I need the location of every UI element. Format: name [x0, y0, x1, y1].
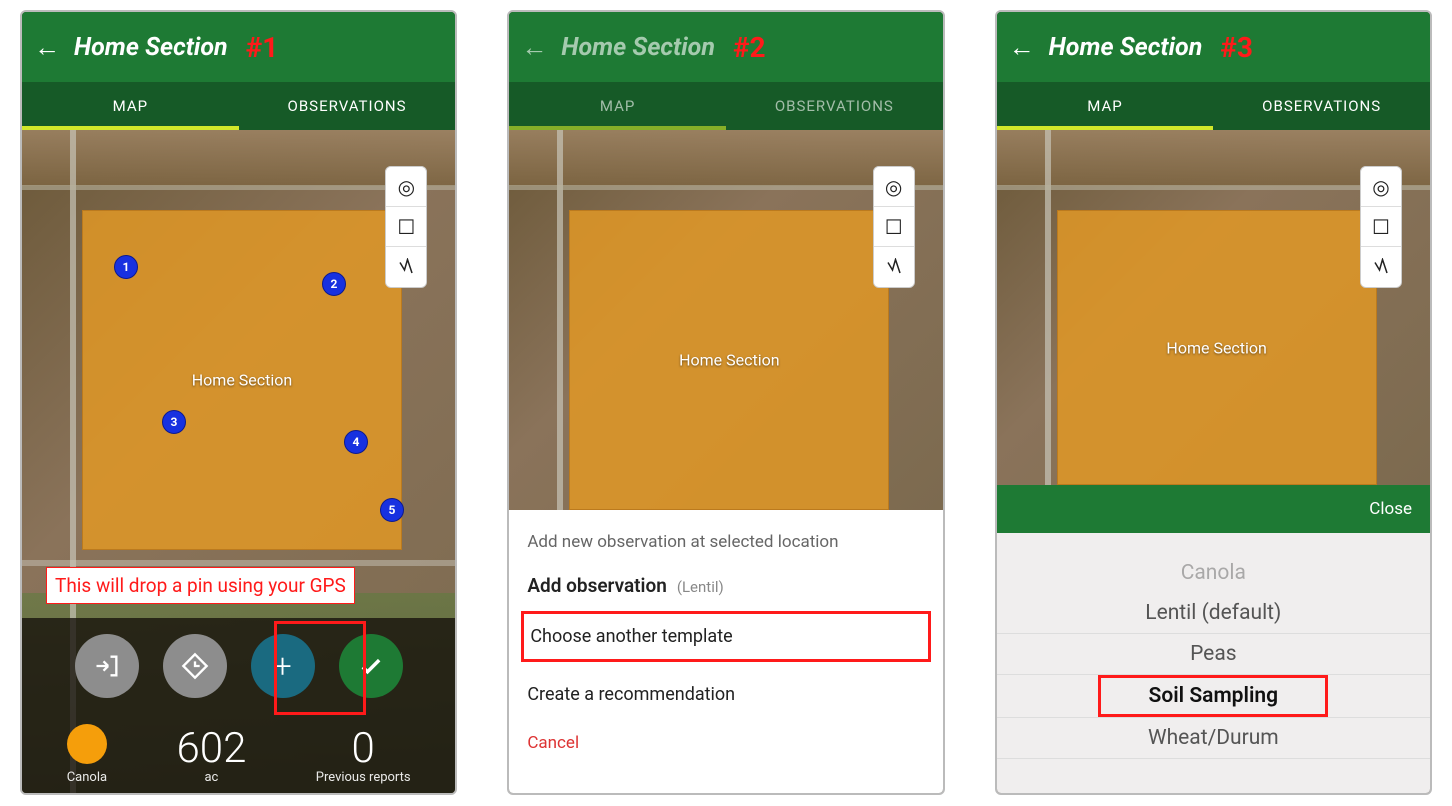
fit-bounds-button[interactable]: ☐ — [1361, 207, 1401, 247]
tabs: MAP OBSERVATIONS — [997, 82, 1430, 130]
screen-3: ← Home Section #3 MAP OBSERVATIONS Home … — [995, 10, 1432, 795]
page-title: Home Section — [1049, 33, 1203, 62]
picker-close-bar: Close — [997, 485, 1430, 533]
topbar: ← Home Section #1 — [22, 12, 455, 82]
map-pin-2[interactable]: 2 — [322, 272, 346, 296]
map-road — [22, 560, 455, 566]
topbar: ← Home Section #3 — [997, 12, 1430, 82]
annotation-highlight-box: Soil Sampling — [1098, 675, 1328, 717]
fit-bounds-button[interactable]: ☐ — [386, 207, 426, 247]
add-observation-label: Add observation — [527, 574, 667, 597]
choose-template-item[interactable]: Choose another template — [530, 622, 921, 651]
tabs: MAP OBSERVATIONS — [509, 82, 942, 130]
crop-label: Canola — [67, 770, 107, 785]
area-stat: 602 ac — [176, 728, 246, 785]
enter-icon — [93, 652, 121, 680]
map-pin-1[interactable]: 1 — [114, 255, 138, 279]
screen-2: ← Home Section #2 MAP OBSERVATIONS Home … — [507, 10, 944, 795]
annotation-hash: #2 — [733, 31, 766, 64]
add-observation-item[interactable]: Add observation (Lentil) — [527, 574, 924, 597]
cancel-button[interactable]: Cancel — [527, 719, 924, 767]
tab-observations[interactable]: OBSERVATIONS — [726, 82, 943, 130]
tab-observations[interactable]: OBSERVATIONS — [1213, 82, 1430, 130]
reports-value: 0 — [316, 728, 411, 770]
create-recommendation-item[interactable]: Create a recommendation — [527, 670, 924, 719]
page-title: Home Section — [561, 33, 715, 62]
reports-stat[interactable]: 0 Previous reports — [316, 728, 411, 785]
close-button[interactable]: Close — [1369, 499, 1412, 519]
fit-bounds-button[interactable]: ☐ — [874, 207, 914, 247]
annotation-highlight-box — [274, 621, 366, 715]
annotation-callout: This will drop a pin using your GPS — [46, 567, 355, 604]
layers-button[interactable] — [386, 247, 426, 287]
map[interactable]: Home Section + − ◎ ☐ — [997, 130, 1430, 485]
field-label: Home Section — [192, 371, 292, 390]
picker-option-lentil[interactable]: Lentil (default) — [997, 593, 1430, 633]
screen-1: ← Home Section #1 MAP OBSERVATIONS Home … — [20, 10, 457, 795]
topbar: ← Home Section #2 — [509, 12, 942, 82]
action-sheet: Add new observation at selected location… — [509, 510, 942, 793]
directions-icon — [181, 652, 209, 680]
locate-gps-button[interactable]: ◎ — [386, 167, 426, 207]
layers-button[interactable] — [874, 247, 914, 287]
field-polygon[interactable]: Home Section — [569, 210, 889, 510]
map-pin-3[interactable]: 3 — [162, 410, 186, 434]
layers-button[interactable] — [1361, 247, 1401, 287]
directions-button[interactable] — [163, 634, 227, 698]
field-label: Home Section — [679, 351, 779, 370]
back-arrow-icon[interactable]: ← — [521, 32, 547, 63]
reports-label: Previous reports — [316, 770, 411, 785]
map[interactable]: Home Section + − ◎ ☐ — [509, 130, 942, 510]
crop-swatch-icon — [67, 724, 107, 764]
locate-gps-button[interactable]: ◎ — [1361, 167, 1401, 207]
tab-map[interactable]: MAP — [509, 82, 726, 130]
picker-option-wheat[interactable]: Wheat/Durum — [997, 718, 1430, 758]
picker-option-peas[interactable]: Peas — [997, 634, 1430, 674]
picker-option-canola[interactable]: Canola — [997, 553, 1430, 593]
field-label: Home Section — [1166, 338, 1266, 357]
enter-field-button[interactable] — [75, 634, 139, 698]
field-polygon[interactable]: Home Section — [1057, 210, 1377, 485]
tab-observations[interactable]: OBSERVATIONS — [239, 82, 456, 130]
map[interactable]: Home Section 1 2 3 4 5 + − ◎ ☐ This will… — [22, 130, 455, 793]
map-road — [1045, 130, 1051, 485]
annotation-hash: #3 — [1220, 31, 1253, 64]
locate-gps-button[interactable]: ◎ — [874, 167, 914, 207]
back-arrow-icon[interactable]: ← — [1009, 32, 1035, 63]
fab-row: + — [22, 634, 455, 698]
template-picker[interactable]: Canola Lentil (default) Peas Soil Sampli… — [997, 533, 1430, 793]
map-pin-4[interactable]: 4 — [344, 430, 368, 454]
area-unit: ac — [176, 770, 246, 785]
tabs: MAP OBSERVATIONS — [22, 82, 455, 130]
crop-stat[interactable]: Canola — [67, 724, 107, 785]
picker-option-soil-sampling[interactable]: Soil Sampling — [1101, 682, 1325, 710]
area-value: 602 — [176, 728, 246, 770]
back-arrow-icon[interactable]: ← — [34, 32, 60, 63]
annotation-highlight-box: Choose another template — [521, 611, 930, 662]
add-observation-crop: (Lentil) — [677, 578, 724, 596]
tab-map[interactable]: MAP — [22, 82, 239, 130]
picker-divider — [997, 758, 1430, 759]
stats-row: Canola 602 ac 0 Previous reports — [22, 724, 455, 785]
tab-map[interactable]: MAP — [997, 82, 1214, 130]
page-title: Home Section — [74, 33, 228, 62]
annotation-hash: #1 — [246, 31, 279, 64]
sheet-header: Add new observation at selected location — [527, 532, 924, 552]
map-pin-5[interactable]: 5 — [380, 498, 404, 522]
